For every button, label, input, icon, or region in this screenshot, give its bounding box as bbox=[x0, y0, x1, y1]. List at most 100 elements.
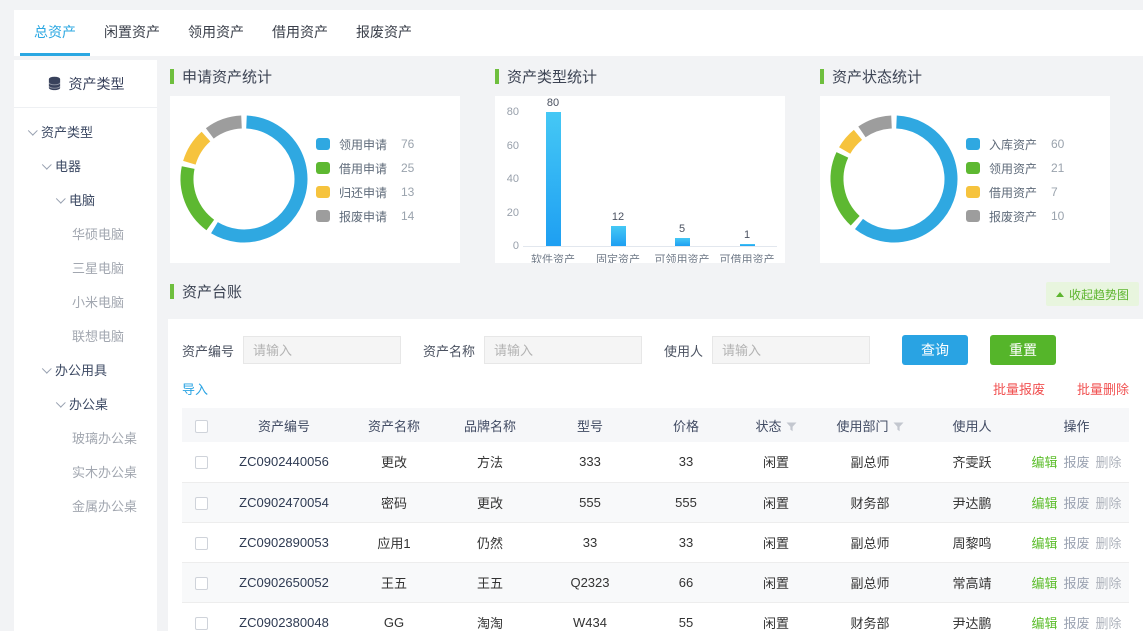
actions-cell: 编辑报废删除 bbox=[1024, 602, 1129, 631]
select-all-header-cell bbox=[182, 408, 220, 442]
collapse-trend-button[interactable]: 收起趋势图 bbox=[1046, 282, 1139, 306]
filter-icon[interactable] bbox=[893, 422, 904, 432]
cell-model: W434 bbox=[540, 602, 640, 631]
apply-stats-section: 申请资产统计 领用申请76借用申请25归还申请13报废申请14 bbox=[170, 62, 460, 263]
edit-link[interactable]: 编辑 bbox=[1031, 536, 1057, 551]
legend-item[interactable]: 报废申请14 bbox=[316, 204, 454, 228]
sidebar-tree-node[interactable]: 实木办公桌 bbox=[14, 454, 157, 488]
row-checkbox[interactable] bbox=[195, 456, 208, 469]
legend-item[interactable]: 领用申请76 bbox=[316, 132, 454, 156]
cell-price: 33 bbox=[640, 442, 732, 482]
tree-node-label: 玻璃办公桌 bbox=[72, 428, 137, 447]
caret-down-icon bbox=[42, 363, 52, 373]
scrap-link[interactable]: 报废 bbox=[1063, 496, 1089, 511]
asset-code-input[interactable] bbox=[243, 336, 401, 364]
sidebar-tree-node[interactable]: 金属办公桌 bbox=[14, 488, 157, 522]
asset-name-input[interactable] bbox=[484, 336, 642, 364]
tree-node-label: 三星电脑 bbox=[72, 258, 124, 277]
ledger-panel: 资产编号资产名称使用人查询重置 导入 批量报废 批量删除 资产编号资产名称品牌名… bbox=[168, 319, 1143, 631]
row-checkbox[interactable] bbox=[195, 537, 208, 550]
row-checkbox-cell bbox=[182, 562, 220, 602]
search-field-label: 使用人 bbox=[664, 341, 703, 360]
x-axis-line bbox=[523, 246, 777, 247]
tab[interactable]: 总资产 bbox=[20, 10, 90, 56]
sidebar-tree-node[interactable]: 资产类型 bbox=[14, 114, 157, 148]
query-button[interactable]: 查询 bbox=[902, 335, 968, 365]
delete-link[interactable]: 删除 bbox=[1096, 576, 1122, 591]
status-stats-section: 资产状态统计 入库资产60领用资产21借用资产7报废资产10 bbox=[820, 62, 1110, 263]
sidebar-tree-node[interactable]: 办公桌 bbox=[14, 386, 157, 420]
legend-item[interactable]: 借用资产7 bbox=[966, 180, 1104, 204]
scrap-link[interactable]: 报废 bbox=[1063, 455, 1089, 470]
reset-button[interactable]: 重置 bbox=[990, 335, 1056, 365]
sidebar-tree-node[interactable]: 华硕电脑 bbox=[14, 216, 157, 250]
sidebar-tree-node[interactable]: 联想电脑 bbox=[14, 318, 157, 352]
asset-type-tree: 资产类型电器电脑华硕电脑三星电脑小米电脑联想电脑办公用具办公桌玻璃办公桌实木办公… bbox=[14, 108, 157, 522]
cell-name: 密码 bbox=[348, 482, 440, 522]
sidebar-tree-node[interactable]: 小米电脑 bbox=[14, 284, 157, 318]
row-checkbox[interactable] bbox=[195, 577, 208, 590]
legend-label: 入库资产 bbox=[989, 136, 1051, 153]
cell-model: 555 bbox=[540, 482, 640, 522]
edit-link[interactable]: 编辑 bbox=[1031, 616, 1057, 631]
edit-link[interactable]: 编辑 bbox=[1031, 576, 1057, 591]
y-axis-tick: 60 bbox=[495, 140, 519, 152]
donut-segment bbox=[187, 168, 210, 225]
legend-swatch bbox=[966, 186, 980, 198]
cell-dept: 副总师 bbox=[820, 562, 920, 602]
edit-link[interactable]: 编辑 bbox=[1031, 496, 1057, 511]
legend-swatch bbox=[316, 186, 330, 198]
delete-link[interactable]: 删除 bbox=[1096, 496, 1122, 511]
tab[interactable]: 报废资产 bbox=[342, 10, 426, 56]
legend-item[interactable]: 领用资产21 bbox=[966, 156, 1104, 180]
legend-swatch bbox=[966, 210, 980, 222]
search-field-label: 资产名称 bbox=[423, 341, 475, 360]
cell-user: 尹达鹏 bbox=[920, 482, 1024, 522]
scrap-link[interactable]: 报废 bbox=[1063, 576, 1089, 591]
sidebar-tree-node[interactable]: 玻璃办公桌 bbox=[14, 420, 157, 454]
sidebar-title: 资产类型 bbox=[69, 74, 125, 94]
row-checkbox[interactable] bbox=[195, 497, 208, 510]
cell-brand: 方法 bbox=[440, 442, 540, 482]
scrap-link[interactable]: 报废 bbox=[1063, 536, 1089, 551]
sidebar-tree-node[interactable]: 电器 bbox=[14, 148, 157, 182]
sidebar-tree-node[interactable]: 电脑 bbox=[14, 182, 157, 216]
tab[interactable]: 闲置资产 bbox=[90, 10, 174, 56]
chart-title: 资产状态统计 bbox=[820, 62, 1110, 90]
bar-value-label: 12 bbox=[598, 211, 638, 223]
filter-icon[interactable] bbox=[786, 422, 797, 432]
select-all-checkbox[interactable] bbox=[195, 420, 208, 433]
donut-segment bbox=[845, 135, 858, 151]
user-input[interactable] bbox=[712, 336, 870, 364]
legend-item[interactable]: 报废资产10 bbox=[966, 204, 1104, 228]
edit-link[interactable]: 编辑 bbox=[1031, 455, 1057, 470]
legend-item[interactable]: 入库资产60 bbox=[966, 132, 1104, 156]
import-link[interactable]: 导入 bbox=[182, 379, 208, 398]
delete-link[interactable]: 删除 bbox=[1096, 455, 1122, 470]
legend-item[interactable]: 借用申请25 bbox=[316, 156, 454, 180]
legend-label: 归还申请 bbox=[339, 184, 401, 201]
tab[interactable]: 借用资产 bbox=[258, 10, 342, 56]
tab[interactable]: 领用资产 bbox=[174, 10, 258, 56]
table-header-cell: 使用人 bbox=[920, 408, 1024, 442]
batch-delete-link[interactable]: 批量删除 bbox=[1077, 379, 1129, 398]
chart-legend: 领用申请76借用申请25归还申请13报废申请14 bbox=[316, 132, 454, 228]
charts-row: 申请资产统计 领用申请76借用申请25归还申请13报废申请14 资产类型统计 0… bbox=[165, 62, 1143, 263]
batch-scrap-link[interactable]: 批量报废 bbox=[993, 379, 1045, 398]
row-checkbox-cell bbox=[182, 602, 220, 631]
cell-user: 周黎鸣 bbox=[920, 522, 1024, 562]
delete-link[interactable]: 删除 bbox=[1096, 616, 1122, 631]
scrap-link[interactable]: 报废 bbox=[1063, 616, 1089, 631]
caret-up-icon bbox=[1056, 292, 1064, 297]
sidebar-tree-node[interactable]: 办公用具 bbox=[14, 352, 157, 386]
row-checkbox-cell bbox=[182, 522, 220, 562]
table-row: ZC0902650052王五王五Q232366闲置副总师常高靖编辑报废删除 bbox=[182, 562, 1129, 602]
legend-item[interactable]: 归还申请13 bbox=[316, 180, 454, 204]
y-axis-tick: 20 bbox=[495, 207, 519, 219]
cell-name: GG bbox=[348, 602, 440, 631]
delete-link[interactable]: 删除 bbox=[1096, 536, 1122, 551]
sidebar-tree-node[interactable]: 三星电脑 bbox=[14, 250, 157, 284]
cell-dept: 副总师 bbox=[820, 442, 920, 482]
row-checkbox[interactable] bbox=[195, 617, 208, 630]
title-accent-bar bbox=[170, 284, 174, 299]
